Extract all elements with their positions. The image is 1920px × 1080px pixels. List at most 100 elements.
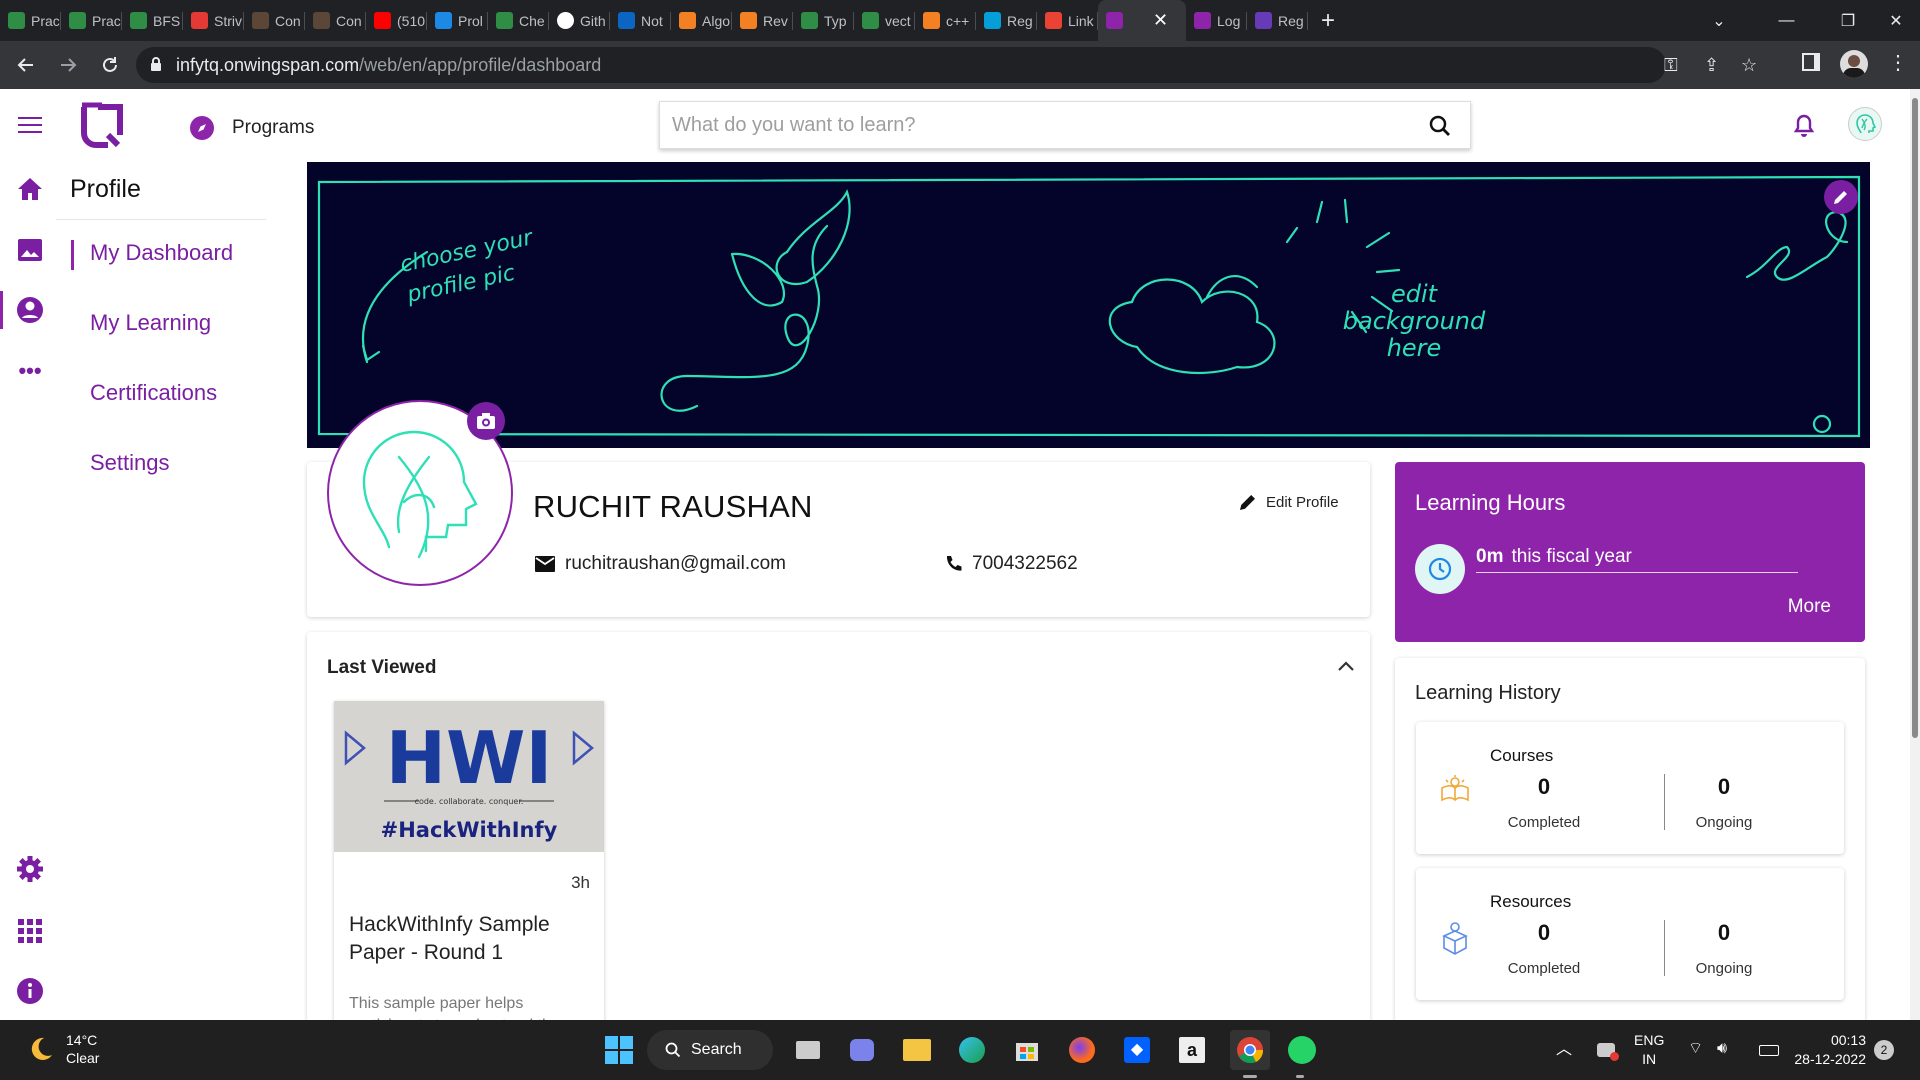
edit-background-button[interactable]: [1824, 180, 1858, 214]
teams-chat-icon[interactable]: [845, 1033, 879, 1067]
taskbar-search-button[interactable]: Search: [647, 1030, 773, 1070]
maximize-button[interactable]: ❐: [1824, 0, 1872, 41]
history-resources-box[interactable]: Resources 0 Completed 0 Ongoing: [1416, 868, 1844, 1000]
learning-hours-more-link[interactable]: More: [1788, 596, 1831, 618]
hamburger-menu-icon[interactable]: [18, 117, 42, 135]
edge-browser-icon[interactable]: [955, 1033, 989, 1067]
language-indicator[interactable]: ENG IN: [1634, 1031, 1664, 1069]
chevron-up-icon[interactable]: [1337, 660, 1355, 672]
close-window-button[interactable]: ✕: [1872, 0, 1920, 41]
browser-tab[interactable]: Gith: [549, 0, 610, 41]
key-icon[interactable]: ⚿: [1664, 55, 1678, 76]
browser-tab[interactable]: Log: [1186, 0, 1247, 41]
task-view-icon[interactable]: [791, 1033, 825, 1067]
search-input[interactable]: [672, 113, 1412, 137]
user-avatar[interactable]: [1848, 107, 1882, 141]
browser-tab[interactable]: Prac: [61, 0, 122, 41]
firefox-icon[interactable]: [1065, 1033, 1099, 1067]
browser-tab[interactable]: Typ: [793, 0, 854, 41]
programs-link[interactable]: Programs: [232, 117, 314, 139]
search-icon: [665, 1042, 681, 1058]
battery-icon[interactable]: [1752, 1033, 1786, 1067]
whatsapp-icon[interactable]: [1285, 1033, 1319, 1067]
browser-tab[interactable]: Not: [610, 0, 671, 41]
browser-tab[interactable]: Con: [305, 0, 366, 41]
network-status-icon[interactable]: [1589, 1033, 1623, 1067]
history-courses-label: Courses: [1490, 746, 1554, 765]
browser-tab[interactable]: Rev: [732, 0, 793, 41]
url-bar[interactable]: infytq.onwingspan.com/web/en/app/profile…: [136, 47, 1757, 83]
browser-tab-label: Prol: [458, 12, 483, 29]
wifi-icon[interactable]: ⌔: [1688, 1039, 1703, 1058]
close-tab-icon[interactable]: ✕: [1153, 10, 1168, 31]
profile-banner[interactable]: choose your profile pic edit background …: [307, 162, 1870, 448]
change-profile-pic-button[interactable]: [467, 402, 505, 440]
browser-tab[interactable]: Reg: [1247, 0, 1308, 41]
dropbox-icon[interactable]: ◆: [1120, 1033, 1154, 1067]
notification-badge[interactable]: 2: [1874, 1040, 1894, 1060]
course-card[interactable]: HWI code. collaborate. conquer. #HackWit…: [334, 701, 604, 1032]
account-circle-icon[interactable]: [15, 295, 45, 325]
browser-tab[interactable]: Prol: [427, 0, 488, 41]
share-icon[interactable]: ⇪: [1704, 55, 1719, 76]
chrome-menu-icon[interactable]: ⋮: [1888, 53, 1908, 73]
taskbar-search-label: Search: [691, 1041, 742, 1058]
tray-chevron-up-icon[interactable]: ︿: [1556, 1040, 1572, 1059]
browser-tab[interactable]: c++: [915, 0, 976, 41]
learning-history-card: Learning History Courses 0 Completed 0 O…: [1395, 658, 1865, 1038]
bookmark-star-icon[interactable]: ☆: [1741, 55, 1757, 76]
more-horiz-icon[interactable]: •••: [15, 356, 45, 386]
sidebar-item-my-dashboard[interactable]: My Dashboard: [90, 240, 233, 266]
gmail-icon: [1045, 12, 1062, 29]
chrome-icon[interactable]: [1230, 1030, 1270, 1070]
apps-grid-icon[interactable]: [15, 916, 45, 946]
edit-profile-button[interactable]: Edit Profile: [1238, 492, 1339, 512]
volume-icon[interactable]: 🔊︎: [1717, 1039, 1727, 1058]
browser-tab[interactable]: Prac: [0, 0, 61, 41]
browser-tab[interactable]: Algo: [671, 0, 732, 41]
browser-tab[interactable]: (510: [366, 0, 427, 41]
sidebar-item-settings[interactable]: Settings: [90, 450, 170, 476]
browser-tab[interactable]: Reg: [976, 0, 1037, 41]
resource-cube-icon: [1442, 922, 1468, 955]
forward-button[interactable]: [52, 49, 84, 81]
banner-edit-text-3: here: [1387, 334, 1442, 362]
gfg-icon: [496, 12, 513, 29]
file-explorer-icon[interactable]: [900, 1033, 934, 1067]
amazon-icon[interactable]: a: [1175, 1033, 1209, 1067]
browser-tab[interactable]: Con: [244, 0, 305, 41]
sidebar-item-my-learning[interactable]: My Learning: [90, 310, 211, 336]
browser-tab[interactable]: Che: [488, 0, 549, 41]
stackoverflow-icon: [740, 12, 757, 29]
info-icon[interactable]: [15, 976, 45, 1006]
back-button[interactable]: [10, 49, 42, 81]
browser-tab[interactable]: ✕: [1098, 0, 1186, 41]
clock[interactable]: 00:13 28-12-2022: [1790, 1031, 1866, 1069]
gear-icon[interactable]: [15, 854, 45, 884]
side-panel-icon[interactable]: [1802, 53, 1820, 71]
infytq-logo[interactable]: [78, 95, 136, 153]
page-scrollbar-thumb[interactable]: [1912, 98, 1918, 738]
windows-start-icon[interactable]: [602, 1033, 636, 1067]
notification-bell-icon[interactable]: [1792, 113, 1816, 139]
browser-tab[interactable]: Striv: [183, 0, 244, 41]
chrome-profile-avatar[interactable]: [1840, 50, 1868, 78]
tab-search-icon[interactable]: ⌄: [1689, 0, 1749, 41]
reload-button[interactable]: [94, 49, 126, 81]
history-courses-box[interactable]: Courses 0 Completed 0 Ongoing: [1416, 722, 1844, 854]
weather-widget[interactable]: 14°C Clear: [26, 1031, 99, 1067]
youtube-icon: [374, 12, 391, 29]
course-title[interactable]: HackWithInfy Sample Paper - Round 1: [349, 911, 589, 967]
browser-tab[interactable]: vect: [854, 0, 915, 41]
new-tab-button[interactable]: +: [1308, 7, 1348, 35]
browser-tab-label: Reg: [1007, 12, 1033, 29]
image-icon[interactable]: [15, 235, 45, 265]
minimize-button[interactable]: —: [1749, 0, 1824, 41]
browser-tab[interactable]: Link: [1037, 0, 1098, 41]
email-row: ruchitraushan@gmail.com: [535, 553, 786, 575]
home-icon[interactable]: [15, 174, 45, 204]
microsoft-store-icon[interactable]: [1010, 1033, 1044, 1067]
search-icon[interactable]: [1428, 114, 1452, 138]
browser-tab[interactable]: BFS: [122, 0, 183, 41]
sidebar-item-certifications[interactable]: Certifications: [90, 380, 217, 406]
